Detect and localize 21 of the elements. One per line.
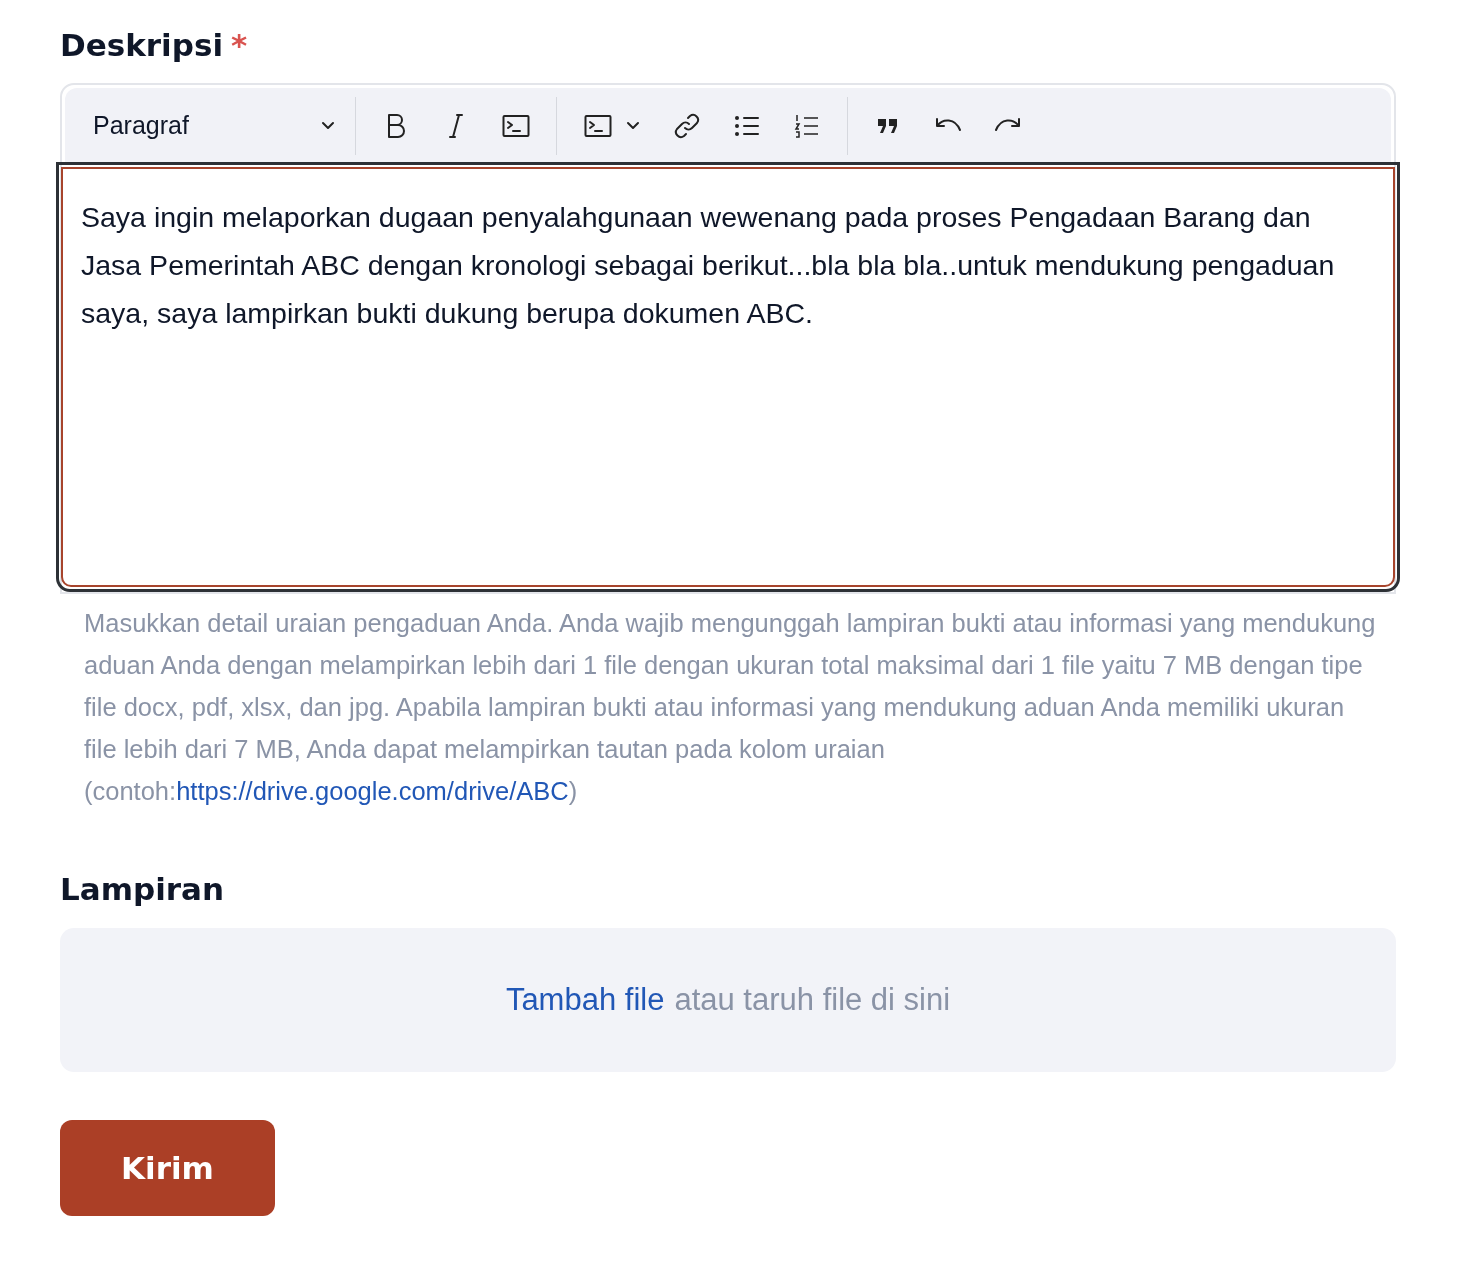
required-mark: * — [231, 26, 248, 65]
file-dropzone[interactable]: Tambah file atau taruh file di sini — [60, 928, 1396, 1072]
quote-icon — [877, 116, 899, 135]
terminal-icon — [584, 113, 612, 138]
caret-icon — [321, 120, 335, 131]
field-label: Lampiran — [60, 869, 226, 909]
bold-icon — [386, 112, 406, 139]
link-icon — [673, 111, 701, 140]
dropzone-hint: atau taruh file di sini — [674, 980, 951, 1019]
bullet-list-icon — [734, 113, 760, 138]
field-label: Deskripsi — [60, 26, 223, 65]
example-link[interactable]: https://drive.google.com/drive/ABC — [176, 776, 569, 805]
italic-icon — [448, 112, 464, 139]
submit-button[interactable]: Kirim — [60, 1120, 275, 1216]
help-text: Masukkan detail uraian pengaduan Anda. Anda wajib mengunggah lampiran bukti atau informasi yang mendukung aduan Anda dengan melampirkan lebih dari 1 file dengan ukuran total maksimal dari 1 file yaitu 7 MB dengan tipe file docx, pdf, xlsx, dan jpg. Apabila lampiran bukti atau informasi yang mendukung aduan Anda memiliki ukuran file lebih dari 7 MB, Anda dapat melampirkan tautan pada kolom uraian (contoh:https://drive.google.com/drive/ABC) — [83, 607, 1377, 807]
terminal-icon — [502, 113, 530, 138]
block-style-dropdown[interactable]: Paragraf — [83, 106, 345, 145]
numbered-list-icon — [794, 113, 820, 138]
editor-text-area[interactable]: Saya ingin melaporkan dugaan penyalahgunaan wewenang pada proses Pengadaan Barang dan Jasa Pemerintah ABC dengan kronologi sebagai berikut...bla bla bla..untuk mendukung pengaduan saya, saya lampirkan bukti dukung berupa dokumen ABC. — [61, 166, 1395, 587]
add-file-link[interactable]: Tambah file — [505, 976, 665, 1024]
caret-icon — [626, 120, 640, 131]
